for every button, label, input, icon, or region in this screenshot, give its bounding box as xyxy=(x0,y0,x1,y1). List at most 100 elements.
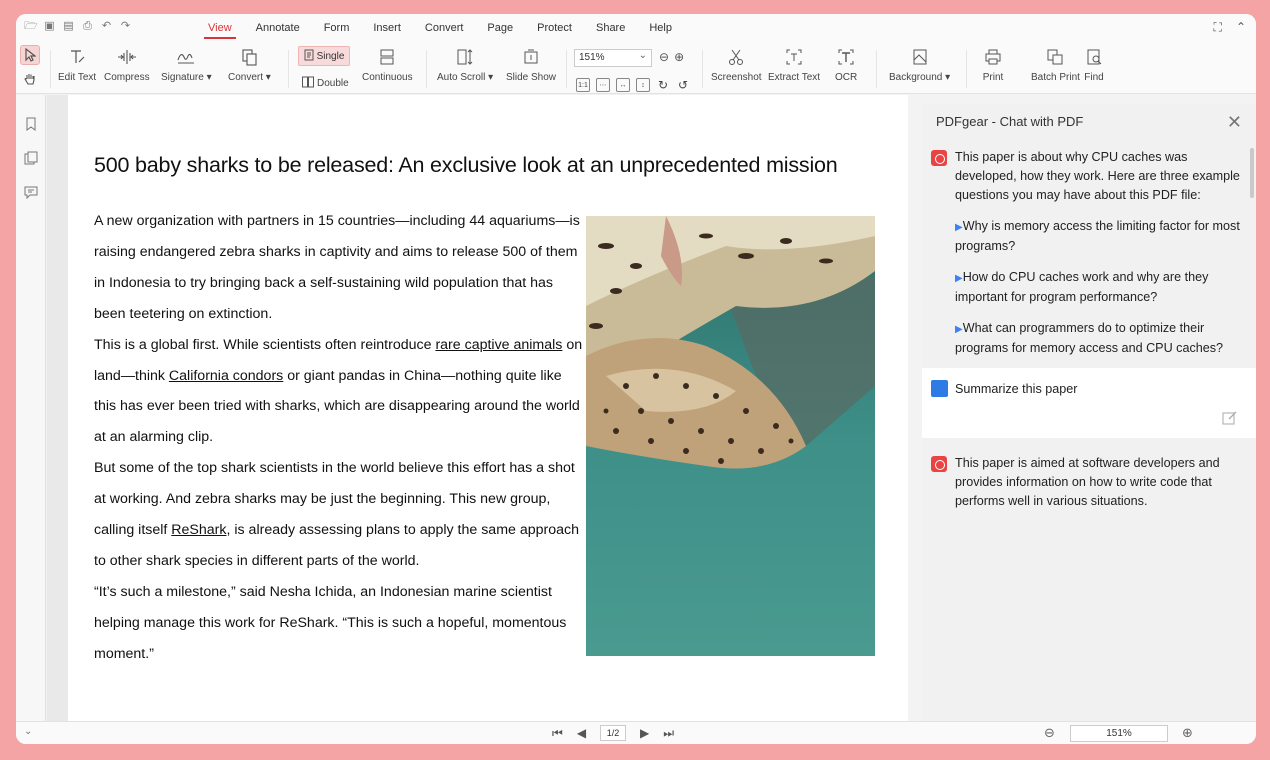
single-page-icon xyxy=(304,49,314,64)
auto-scroll-button[interactable]: Auto Scroll ▾ xyxy=(437,46,493,83)
edit-icon[interactable] xyxy=(1222,410,1238,426)
find-label: Find xyxy=(1084,72,1104,83)
double-page-button[interactable]: Double xyxy=(302,76,349,91)
find-button[interactable]: Find xyxy=(1083,46,1105,83)
screenshot-button[interactable]: Screenshot xyxy=(711,46,762,83)
mode-selector xyxy=(20,45,42,93)
double-page-icon xyxy=(302,76,314,91)
pdf-page: 500 baby sharks to be released: An exclu… xyxy=(68,95,908,721)
first-page-icon[interactable]: ⏮ xyxy=(552,726,563,741)
tab-page[interactable]: Page xyxy=(475,14,525,42)
compress-button[interactable]: Compress xyxy=(104,46,150,83)
comments-icon[interactable] xyxy=(16,175,46,209)
suggested-question[interactable]: ▶How do CPU caches work and why are they… xyxy=(955,268,1240,307)
ocr-icon xyxy=(835,46,857,68)
tab-share[interactable]: Share xyxy=(584,14,637,42)
menu-tabs: View Annotate Form Insert Convert Page P… xyxy=(196,14,684,42)
tab-view[interactable]: View xyxy=(196,14,244,42)
thumbnails-icon[interactable] xyxy=(16,141,46,175)
slide-show-icon xyxy=(520,46,542,68)
fullscreen-icon[interactable]: ⛶ xyxy=(1214,20,1222,35)
question-text: What can programmers do to optimize thei… xyxy=(955,321,1224,355)
chat-title: PDFgear - Chat with PDF xyxy=(936,113,1084,129)
find-icon xyxy=(1083,46,1105,68)
redo-icon[interactable]: ↷ xyxy=(119,20,132,33)
single-page-button[interactable]: Single xyxy=(298,46,350,66)
zoom-field[interactable]: 151% xyxy=(1070,725,1168,742)
tab-protect[interactable]: Protect xyxy=(525,14,584,42)
fit-page-icon[interactable]: ⋯ xyxy=(596,78,610,92)
auto-scroll-label: Auto Scroll ▾ xyxy=(437,72,494,83)
save-icon[interactable]: ▣ xyxy=(43,20,56,33)
tab-annotate[interactable]: Annotate xyxy=(244,14,312,42)
zoom-select[interactable]: 151% xyxy=(574,48,652,67)
play-triangle-icon: ▶ xyxy=(955,324,963,335)
chevron-down-icon[interactable]: ⌄ xyxy=(24,726,32,737)
next-page-icon[interactable]: ▶ xyxy=(640,726,649,740)
background-button[interactable]: Background ▾ xyxy=(889,46,950,83)
link-reshark[interactable]: ReShark xyxy=(171,522,226,538)
slide-show-button[interactable]: Slide Show xyxy=(506,46,556,83)
undo-icon[interactable]: ↶ xyxy=(100,20,113,33)
chat-header: PDFgear - Chat with PDF ✕ xyxy=(922,104,1256,138)
tab-form[interactable]: Form xyxy=(312,14,362,42)
previous-page-icon[interactable]: ◀ xyxy=(577,726,586,740)
paragraph-2: This is a global first. While scientists… xyxy=(94,330,584,454)
play-triangle-icon: ▶ xyxy=(955,273,963,284)
convert-button[interactable]: Convert ▾ xyxy=(228,46,271,83)
toolbar-separator xyxy=(566,50,567,88)
extract-text-button[interactable]: Extract Text xyxy=(768,46,820,83)
close-icon[interactable]: ✕ xyxy=(1227,112,1242,133)
ocr-button[interactable]: OCR xyxy=(835,46,857,83)
signature-button[interactable]: Signature ▾ xyxy=(161,46,212,83)
extract-text-label: Extract Text xyxy=(768,72,821,83)
print-quick-icon[interactable]: ⎙ xyxy=(81,20,94,33)
rotate-right-icon[interactable]: ↻ xyxy=(656,78,670,92)
page-number-input[interactable]: 1/2 xyxy=(600,725,627,741)
paragraph-4: “It’s such a milestone,” said Nesha Ichi… xyxy=(94,583,567,662)
background-icon xyxy=(909,46,931,68)
link-rare-captive-animals[interactable]: rare captive animals xyxy=(435,337,562,353)
article-body: A new organization with partners in 15 c… xyxy=(94,206,584,670)
link-california-condors[interactable]: California condors xyxy=(169,368,283,384)
convert-icon xyxy=(238,46,260,68)
save-as-icon[interactable]: ▤ xyxy=(62,20,75,33)
paragraph-1: A new organization with partners in 15 c… xyxy=(94,213,580,322)
hand-tool-icon[interactable] xyxy=(20,69,40,89)
document-viewport[interactable]: 500 baby sharks to be released: An exclu… xyxy=(47,95,908,721)
zoom-in-icon[interactable]: ⊕ xyxy=(674,50,684,64)
chat-scrollbar[interactable] xyxy=(1250,148,1254,198)
continuous-button[interactable]: Continuous xyxy=(362,46,413,83)
zoom-out-icon[interactable]: ⊖ xyxy=(1044,725,1055,741)
print-button[interactable]: Print xyxy=(982,46,1004,83)
suggested-question[interactable]: ▶Why is memory access the limiting facto… xyxy=(955,217,1240,256)
select-cursor-icon[interactable] xyxy=(20,45,40,65)
edit-text-button[interactable]: Edit Text xyxy=(58,46,96,83)
toolbar-separator xyxy=(426,50,427,88)
toolbar-separator xyxy=(876,50,877,88)
zoom-out-icon[interactable]: ⊖ xyxy=(659,50,669,64)
collapse-ribbon-icon[interactable]: ⌃ xyxy=(1236,20,1246,35)
tab-insert[interactable]: Insert xyxy=(361,14,413,42)
rotate-left-icon[interactable]: ↺ xyxy=(676,78,690,92)
bot-avatar-icon xyxy=(931,150,947,166)
open-folder-icon[interactable]: 🗁 xyxy=(24,20,38,33)
tab-help[interactable]: Help xyxy=(637,14,684,42)
continuous-icon xyxy=(376,46,398,68)
batch-print-label: Batch Print xyxy=(1031,72,1080,83)
batch-print-button[interactable]: Batch Print xyxy=(1031,46,1080,83)
paragraph-2-text-a: This is a global first. While scientists… xyxy=(94,336,436,353)
toolbar-separator xyxy=(702,50,703,88)
actual-size-icon[interactable]: 1:1 xyxy=(576,78,590,92)
last-page-icon[interactable]: ⏭ xyxy=(663,726,674,741)
bookmark-icon[interactable] xyxy=(16,107,46,141)
signature-label: Signature ▾ xyxy=(161,72,212,83)
tab-convert[interactable]: Convert xyxy=(413,14,476,42)
slide-show-label: Slide Show xyxy=(506,72,557,83)
answer-text: This paper is aimed at software develope… xyxy=(955,456,1220,508)
zoom-in-icon[interactable]: ⊕ xyxy=(1182,725,1193,741)
fit-width-icon[interactable]: ↔ xyxy=(616,78,630,92)
fit-height-icon[interactable]: ↕ xyxy=(636,78,650,92)
continuous-label: Continuous xyxy=(362,72,413,83)
suggested-question[interactable]: ▶What can programmers do to optimize the… xyxy=(955,319,1240,358)
